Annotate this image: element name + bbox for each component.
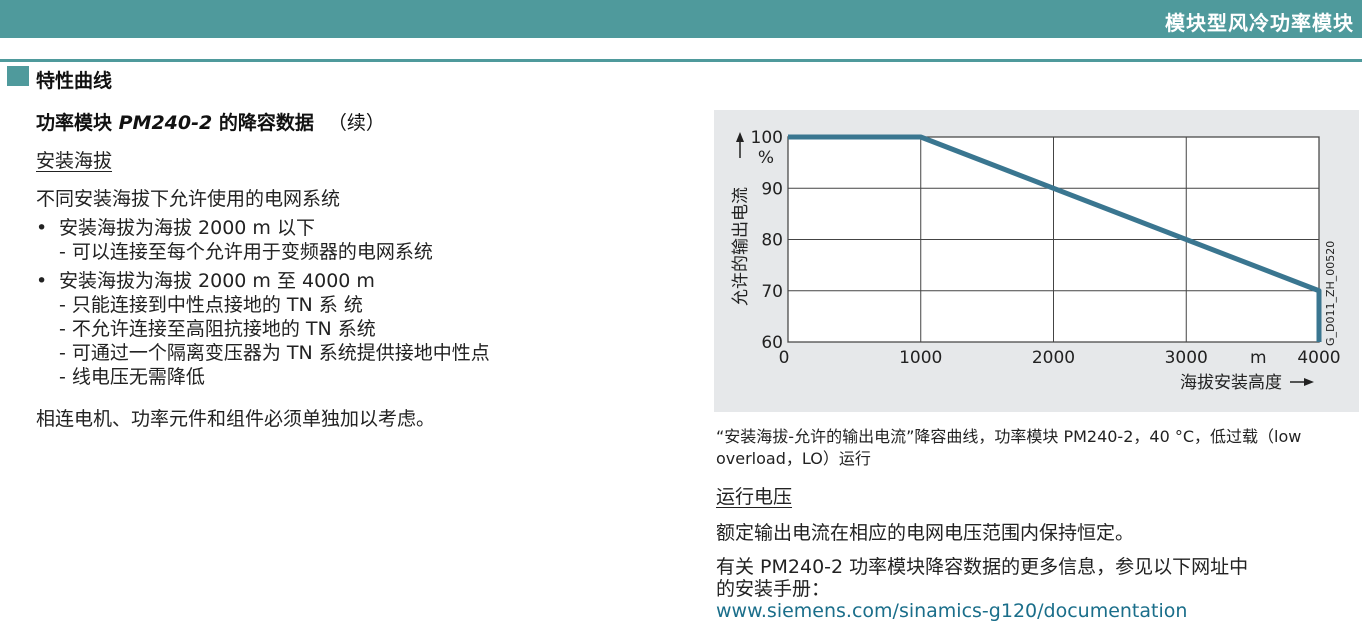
subsection-model: PM240-2 <box>118 112 213 134</box>
bullet-subitem: - 不允许连接至高阻抗接地的 TN 系统 <box>59 318 376 340</box>
y-tick-label: 90 <box>761 179 783 199</box>
altitude-bullet-list: • 安装海拔为海拔 2000 m 以下 - 可以连接至每个允许用于变频器的电网系… <box>36 216 490 394</box>
documentation-link[interactable]: www.siemens.com/sinamics-g120/documentat… <box>716 600 1248 622</box>
altitude-heading: 安装海拔 <box>36 150 113 172</box>
chart-caption: “安装海拔-允许的输出电流”降容曲线，功率模块 PM240-2，40 °C，低过… <box>716 427 1302 468</box>
y-tick-label: 70 <box>761 282 783 302</box>
voltage-heading: 运行电压 <box>716 486 793 508</box>
bullet-item: • 安装海拔为海拔 2000 m 以下 - 可以连接至每个允许用于变频器的电网系… <box>36 216 490 264</box>
y-axis-arrow-icon <box>736 132 744 142</box>
bullet-dot-icon: • <box>36 217 48 239</box>
bullet-subitem: - 只能连接到中性点接地的 TN 系 统 <box>59 294 363 316</box>
header-title: 模块型风冷功率模块 <box>1165 11 1354 35</box>
section-marker <box>7 66 29 86</box>
x-axis-label: 海拔安装高度 <box>1180 373 1282 393</box>
x-tick-label: 3000 <box>1165 348 1208 368</box>
x-tick-label: 2000 <box>1032 348 1075 368</box>
y-unit-label: % <box>758 148 774 168</box>
x-tick-label: 4000 <box>1297 348 1340 368</box>
voltage-more-line2: 的安装手册： <box>716 578 831 600</box>
voltage-more-info: 有关 PM240-2 功率模块降容数据的更多信息，参见以下网址中 的安装手册： … <box>716 556 1248 622</box>
bullet-text: 安装海拔为海拔 2000 m 至 4000 m <box>59 270 375 292</box>
x-unit-label: m <box>1250 348 1267 368</box>
y-tick-label: 100 <box>751 128 783 148</box>
section-title: 特性曲线 <box>36 70 113 92</box>
subsection-title: 功率模块 PM240-2 的降容数据 （续） <box>36 108 385 135</box>
bullet-text: 安装海拔为海拔 2000 m 以下 <box>59 217 315 239</box>
x-tick-label: 0 <box>779 348 790 368</box>
bullet-subitem: - 线电压无需降低 <box>59 366 205 388</box>
subsection-suffix: 的降容数据 <box>212 112 314 134</box>
x-tick-label: 1000 <box>899 348 942 368</box>
altitude-intro: 不同安装海拔下允许使用的电网系统 <box>36 188 341 210</box>
derating-chart-svg: 607080901000 1000 2000 3000 4000m%海拔安装高度允许的输… <box>731 128 1341 393</box>
voltage-text: 额定输出电流在相应的电网电压范围内保持恒定。 <box>716 522 1135 544</box>
subsection-continued: （续） <box>327 112 385 134</box>
figure-code: G_D011_ZH_00520 <box>1324 241 1337 346</box>
bullet-subitem: - 可以连接至每个允许用于变频器的电网系统 <box>59 241 433 263</box>
bullet-subitem: - 可通过一个隔离变压器为 TN 系统提供接地中性点 <box>59 342 490 364</box>
voltage-more-line1: 有关 PM240-2 功率模块降容数据的更多信息，参见以下网址中 <box>716 556 1249 578</box>
x-axis-arrow-icon <box>1304 378 1314 386</box>
y-tick-label: 80 <box>761 231 783 251</box>
header-rule <box>0 59 1362 62</box>
altitude-note: 相连电机、功率元件和组件必须单独加以考虑。 <box>36 408 436 430</box>
bullet-dot-icon: • <box>36 270 48 292</box>
derating-chart: 60 70 80 90 100 0 1000 2000 3000 4000 m% 海拔安装高度 允许的输… <box>714 110 1359 412</box>
y-axis-label: 允许的输出电流 <box>731 187 751 306</box>
bullet-item: • 安装海拔为海拔 2000 m 至 4000 m - 只能连接到中性点接地的 … <box>36 269 490 389</box>
subsection-prefix: 功率模块 <box>36 112 119 134</box>
header-bar: 模块型风冷功率模块 <box>0 0 1362 38</box>
